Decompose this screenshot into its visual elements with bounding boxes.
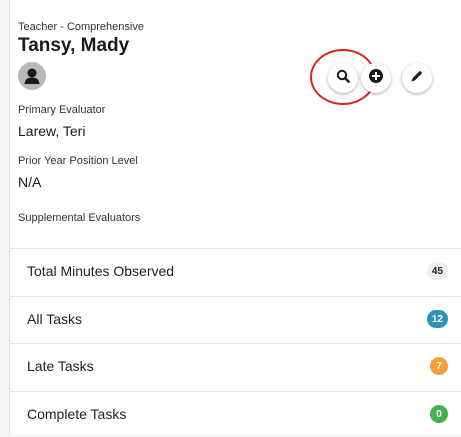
primary-evaluator-value: Larew, Teri xyxy=(18,123,86,139)
user-avatar-icon xyxy=(18,62,46,90)
pencil-icon xyxy=(409,68,425,89)
stat-row-all-tasks[interactable]: All Tasks 12 xyxy=(9,296,461,342)
search-icon xyxy=(336,69,350,88)
search-button[interactable] xyxy=(328,63,358,93)
add-button[interactable] xyxy=(361,63,391,93)
prior-year-label: Prior Year Position Level xyxy=(18,155,138,167)
stat-row-late-tasks[interactable]: Late Tasks 7 xyxy=(9,343,461,389)
stat-label: Late Tasks xyxy=(27,358,94,374)
position-role: Teacher - Comprehensive xyxy=(18,21,144,33)
count-badge: 7 xyxy=(430,357,448,375)
supplemental-evaluators-label: Supplemental Evaluators xyxy=(18,212,141,224)
plus-circle-icon xyxy=(368,68,384,89)
stat-row-total-minutes[interactable]: Total Minutes Observed 45 xyxy=(9,248,461,294)
stat-label: Total Minutes Observed xyxy=(27,263,175,279)
count-badge: 0 xyxy=(430,405,448,423)
stat-row-complete-tasks[interactable]: Complete Tasks 0 xyxy=(9,391,461,437)
count-badge: 12 xyxy=(426,310,448,328)
primary-evaluator-label: Primary Evaluator xyxy=(18,104,106,116)
teacher-name: Tansy, Mady xyxy=(18,35,130,56)
edit-button[interactable] xyxy=(402,63,432,93)
stat-label: Complete Tasks xyxy=(27,406,127,422)
prior-year-value: N/A xyxy=(18,174,42,190)
count-badge: 45 xyxy=(426,262,448,280)
stat-label: All Tasks xyxy=(27,311,82,327)
